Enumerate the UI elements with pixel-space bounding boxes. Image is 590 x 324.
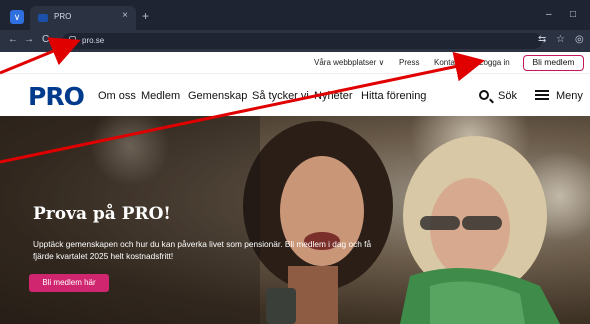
browser-tab[interactable]: PRO × [30,6,136,30]
login-link[interactable]: Logga in [479,58,510,67]
translate-icon[interactable]: ⇆ [538,34,546,45]
address-bar[interactable]: pro.se [62,33,542,49]
browser-toolbar: ← → C pro.se ⇆ ☆ ◎ [0,30,590,52]
url-text: pro.se [82,36,105,45]
join-button[interactable]: Bli medlem [523,55,584,71]
utility-nav: Våra webbplatser ∨ Press Kontakt Logga i… [0,52,590,74]
screenshot-frame: ∨ PRO × + – □ ← → C pro.se ⇆ ☆ ◎ Våra we… [0,0,590,324]
contact-link[interactable]: Kontakt [434,58,461,67]
nav-item-hitta-forening[interactable]: Hitta förening [361,90,426,102]
tab-title: PRO [54,12,72,21]
search-label[interactable]: Sök [498,90,517,102]
hero-banner: Prova på PRO! Upptäck gemenskapen och hu… [0,116,590,324]
window-menu-button[interactable]: ∨ [10,10,24,24]
browser-tab-bar: ∨ PRO × + – □ [0,0,590,30]
maximize-icon[interactable]: □ [570,9,576,20]
favicon-icon [38,14,48,22]
nav-item-medlem[interactable]: Medlem [141,90,180,102]
hamburger-menu-icon[interactable] [535,90,549,100]
nav-item-gemenskap[interactable]: Gemenskap [188,90,247,102]
nav-item-nyheter[interactable]: Nyheter [314,90,353,102]
nav-item-sa-tycker-vi[interactable]: Så tycker vi [252,90,309,102]
press-link[interactable]: Press [399,58,419,67]
hero-text: Upptäck gemenskapen och hur du kan påver… [33,239,372,261]
nav-item-om-oss[interactable]: Om oss [98,90,136,102]
profile-icon[interactable]: ◎ [575,34,584,45]
star-icon[interactable]: ☆ [556,34,565,45]
pro-logo[interactable]: PRO [28,82,85,111]
back-icon[interactable]: ← [8,34,18,45]
main-nav: PRO Om oss Medlem Gemenskap Så tycker vi… [0,74,590,116]
close-tab-icon[interactable]: × [122,10,128,21]
search-icon[interactable] [479,90,489,100]
hero-title: Prova på PRO! [33,204,171,224]
new-tab-icon[interactable]: + [142,9,149,23]
minimize-icon[interactable]: – [546,9,552,20]
join-here-button[interactable]: Bli medlem här [29,274,109,292]
lock-icon [69,36,76,44]
forward-icon[interactable]: → [24,34,34,45]
our-sites-link[interactable]: Våra webbplatser ∨ [314,58,384,67]
reload-icon[interactable]: C [42,34,49,45]
menu-label[interactable]: Meny [556,90,583,102]
